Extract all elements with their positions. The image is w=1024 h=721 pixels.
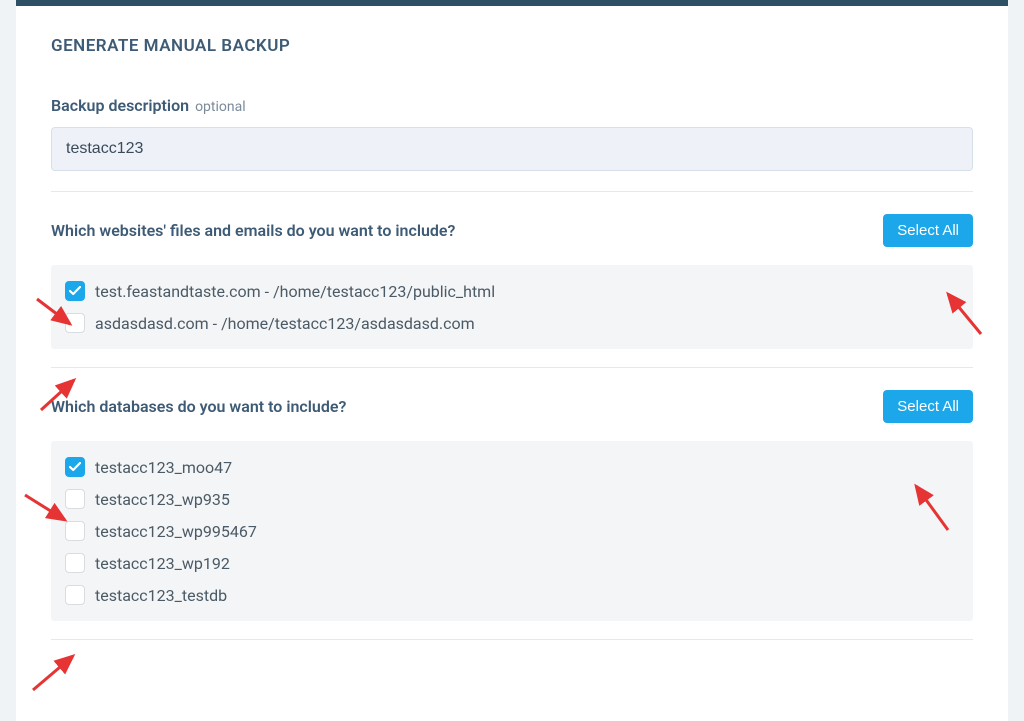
- websites-list: test.feastandtaste.com - /home/testacc12…: [51, 265, 973, 349]
- separator: [51, 367, 973, 368]
- form-body: Backup description optional Which websit…: [16, 76, 1008, 640]
- database-item-label: testacc123_wp192: [95, 554, 230, 573]
- database-checkbox[interactable]: [65, 457, 85, 477]
- description-label: Backup description optional: [51, 96, 973, 115]
- website-item-label: test.feastandtaste.com - /home/testacc12…: [95, 282, 495, 301]
- panel-header: GENERATE MANUAL BACKUP: [16, 6, 1008, 76]
- description-label-text: Backup description: [51, 96, 189, 115]
- databases-question: Which databases do you want to include?: [51, 397, 346, 416]
- list-item: test.feastandtaste.com - /home/testacc12…: [65, 275, 959, 307]
- database-checkbox[interactable]: [65, 489, 85, 509]
- list-item: testacc123_wp935: [65, 483, 959, 515]
- panel-title: GENERATE MANUAL BACKUP: [51, 36, 973, 56]
- list-item: asdasdasd.com - /home/testacc123/asdasda…: [65, 307, 959, 339]
- description-optional: optional: [195, 99, 246, 115]
- websites-question: Which websites' files and emails do you …: [51, 221, 455, 240]
- description-group: Backup description optional: [51, 96, 973, 171]
- database-checkbox[interactable]: [65, 553, 85, 573]
- separator: [51, 639, 973, 640]
- websites-head: Which websites' files and emails do you …: [51, 214, 973, 247]
- databases-list: testacc123_moo47 testacc123_wp935 testacc1…: [51, 441, 973, 621]
- backup-panel: GENERATE MANUAL BACKUP Backup descriptio…: [16, 0, 1008, 721]
- database-item-label: testacc123_wp995467: [95, 522, 257, 541]
- website-item-label: asdasdasd.com - /home/testacc123/asdasda…: [95, 314, 475, 333]
- databases-section: Which databases do you want to include? …: [51, 390, 973, 621]
- list-item: testacc123_testdb: [65, 579, 959, 611]
- database-item-label: testacc123_wp935: [95, 490, 230, 509]
- databases-select-all-button[interactable]: Select All: [883, 390, 973, 423]
- website-checkbox[interactable]: [65, 313, 85, 333]
- database-checkbox[interactable]: [65, 521, 85, 541]
- list-item: testacc123_wp995467: [65, 515, 959, 547]
- list-item: testacc123_wp192: [65, 547, 959, 579]
- websites-select-all-button[interactable]: Select All: [883, 214, 973, 247]
- separator: [51, 191, 973, 192]
- list-item: testacc123_moo47: [65, 451, 959, 483]
- database-item-label: testacc123_testdb: [95, 586, 227, 605]
- website-checkbox[interactable]: [65, 281, 85, 301]
- database-item-label: testacc123_moo47: [95, 458, 232, 477]
- database-checkbox[interactable]: [65, 585, 85, 605]
- databases-head: Which databases do you want to include? …: [51, 390, 973, 423]
- description-input[interactable]: [51, 127, 973, 171]
- websites-section: Which websites' files and emails do you …: [51, 214, 973, 349]
